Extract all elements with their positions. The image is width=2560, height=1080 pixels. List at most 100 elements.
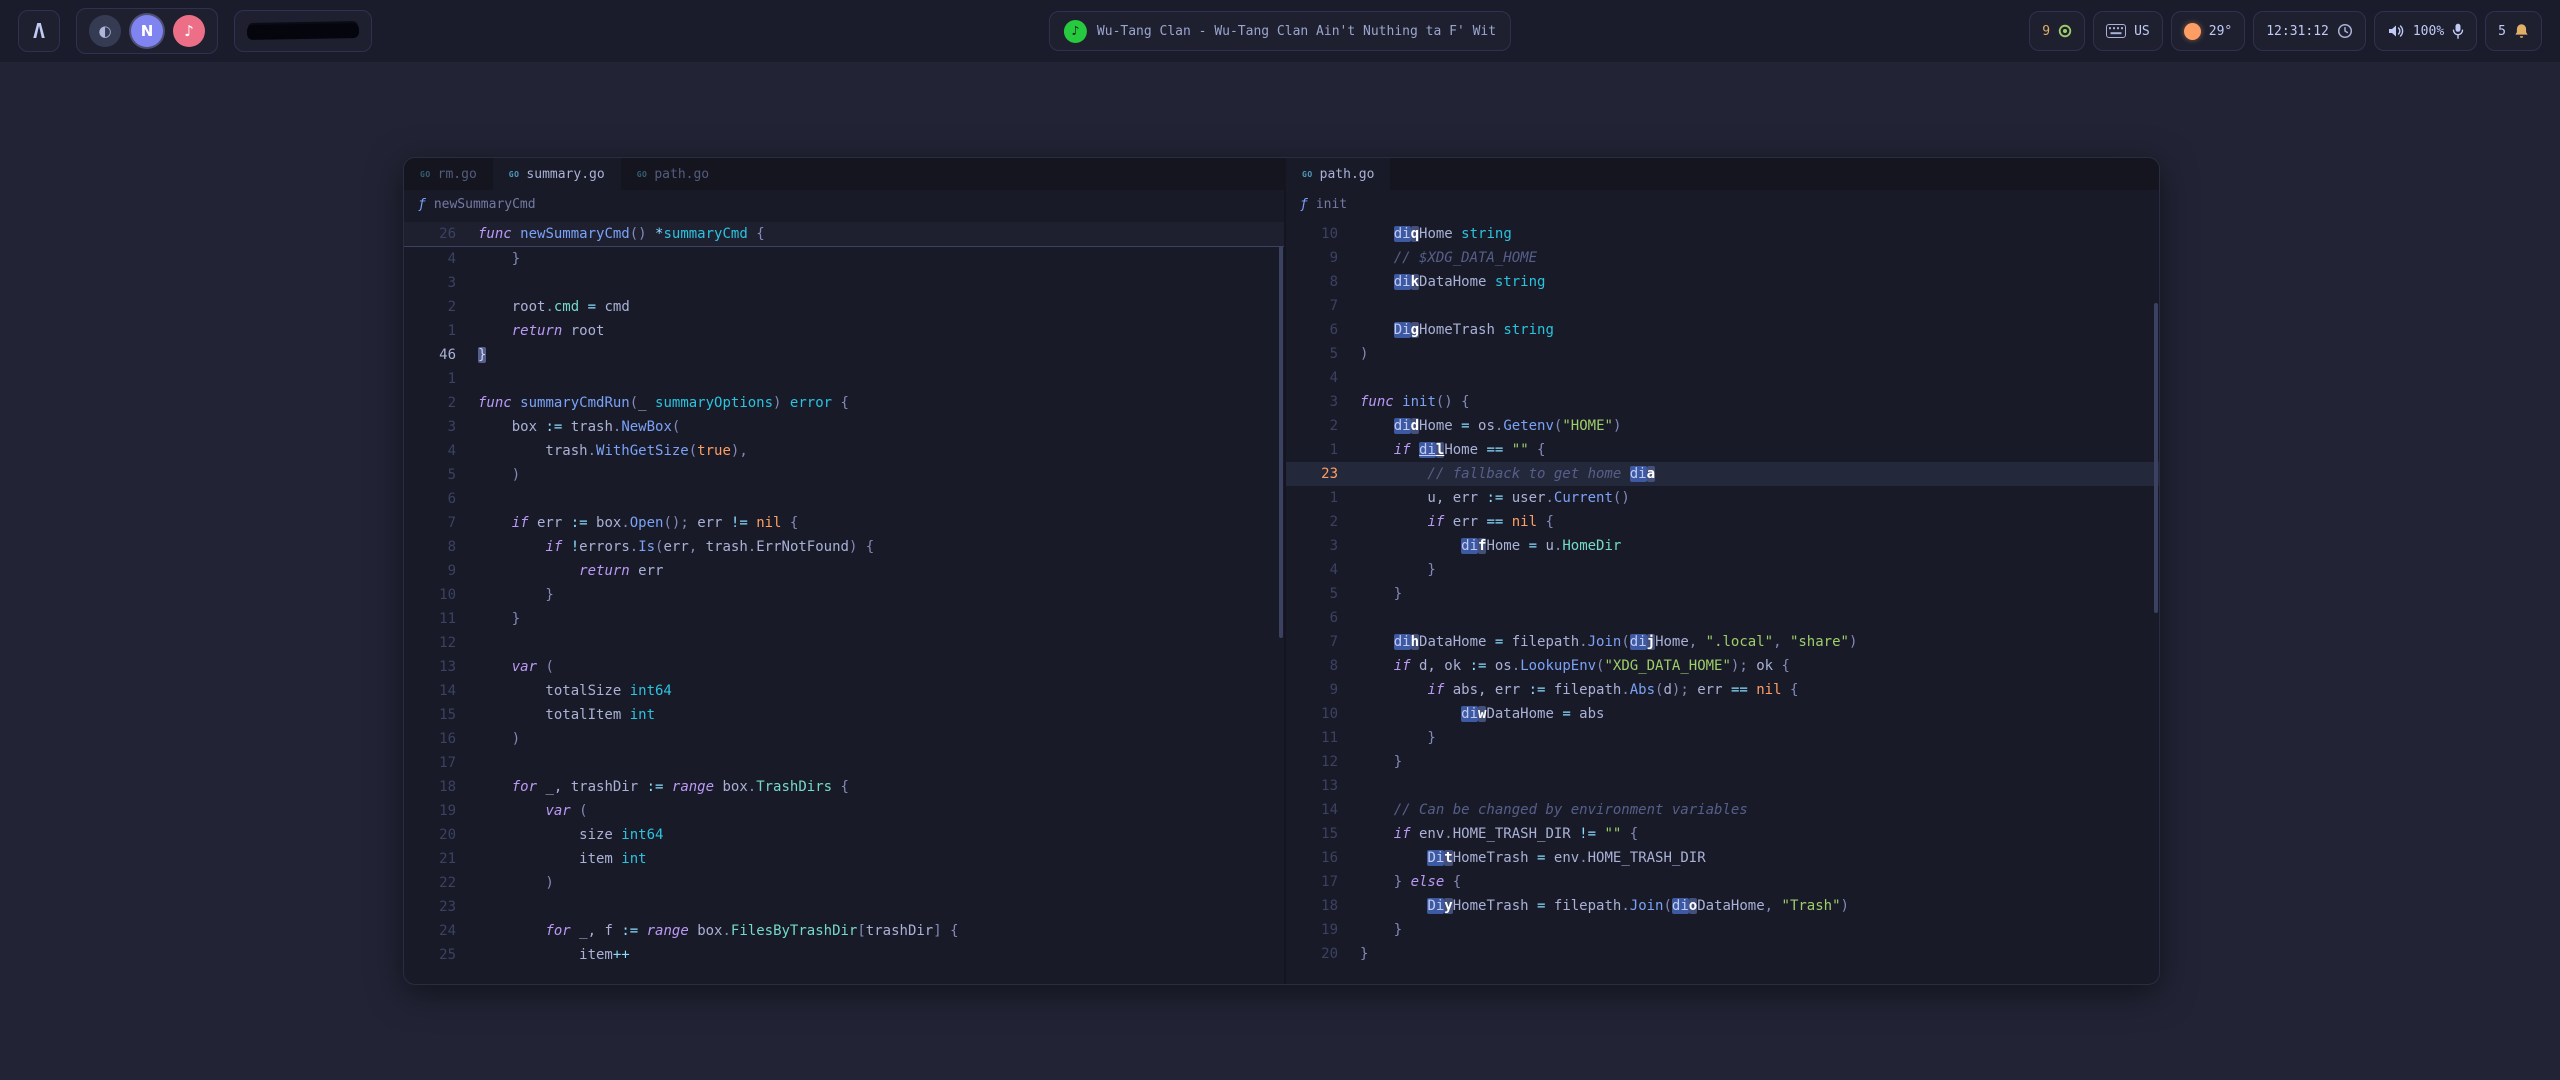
tabline-right: GOpath.go bbox=[1286, 158, 2159, 190]
line-number: 11 bbox=[1286, 726, 1360, 750]
line-number: 23 bbox=[1286, 462, 1360, 486]
keyboard-layout-pill[interactable]: US bbox=[2093, 11, 2163, 51]
go-file-icon: GO bbox=[509, 170, 520, 179]
line-number: 2 bbox=[1286, 414, 1360, 438]
go-file-icon: GO bbox=[420, 170, 431, 179]
code-line: 8 if !errors.Is(err, trash.ErrNotFound) … bbox=[404, 535, 1284, 559]
editor-pane-left[interactable]: GOrm.goGOsummary.goGOpath.go ƒ newSummar… bbox=[404, 158, 1284, 984]
code-line: 2 if err == nil { bbox=[1286, 510, 2159, 534]
line-number: 9 bbox=[1286, 678, 1360, 702]
code-area-left[interactable]: 26func newSummaryCmd() *summaryCmd {4 }3… bbox=[404, 218, 1284, 984]
line-number: 5 bbox=[404, 463, 478, 487]
line-number: 5 bbox=[1286, 342, 1360, 366]
launcher-logo-icon: Λ bbox=[33, 19, 45, 43]
code-line: 6 bbox=[404, 487, 1284, 511]
code-line: 22 ) bbox=[404, 871, 1284, 895]
weather-pill[interactable]: 29° bbox=[2171, 11, 2245, 51]
line-number: 21 bbox=[404, 847, 478, 871]
code-line: 7 if err := box.Open(); err != nil { bbox=[404, 511, 1284, 535]
line-number: 17 bbox=[1286, 870, 1360, 894]
line-number: 46 bbox=[404, 343, 478, 367]
line-number: 6 bbox=[404, 487, 478, 511]
code-line: 6 bbox=[1286, 606, 2159, 630]
line-number: 8 bbox=[1286, 654, 1360, 678]
media-widget[interactable]: ♪ Wu-Tang Clan - Wu-Tang Clan Ain't Nuth… bbox=[1049, 11, 1511, 51]
workspace-app-3[interactable]: ♪ bbox=[173, 15, 205, 47]
code-line: 4 } bbox=[1286, 558, 2159, 582]
code-area-right[interactable]: 10 diqHome string9 // $XDG_DATA_HOME8 di… bbox=[1286, 218, 2159, 984]
code-line: 23 bbox=[404, 895, 1284, 919]
go-file-icon: GO bbox=[1302, 170, 1313, 179]
notification-pill[interactable]: 5 bbox=[2485, 11, 2542, 51]
line-number: 10 bbox=[1286, 222, 1360, 246]
line-number: 9 bbox=[1286, 246, 1360, 270]
spotify-icon: ♪ bbox=[1064, 20, 1087, 43]
code-line: 13 bbox=[1286, 774, 2159, 798]
line-number: 1 bbox=[404, 319, 478, 343]
tab-summary.go[interactable]: GO summary.go bbox=[493, 158, 621, 190]
count-badge-pill[interactable]: 9 bbox=[2029, 11, 2085, 51]
line-number: 6 bbox=[1286, 318, 1360, 342]
window-title-pill[interactable] bbox=[234, 10, 372, 52]
code-line: 3 bbox=[404, 271, 1284, 295]
code-line: 26func newSummaryCmd() *summaryCmd { bbox=[404, 222, 1284, 247]
redacted-text bbox=[247, 23, 359, 40]
launcher-button[interactable]: Λ bbox=[18, 10, 60, 52]
code-line: 12 bbox=[404, 631, 1284, 655]
code-line: 19 var ( bbox=[404, 799, 1284, 823]
notes-app-icon: N bbox=[141, 24, 154, 39]
editor-pane-right[interactable]: GOpath.go ƒ init 10 diqHome string9 // $… bbox=[1284, 158, 2159, 984]
line-number: 23 bbox=[404, 895, 478, 919]
line-number: 13 bbox=[404, 655, 478, 679]
code-line: 2 root.cmd = cmd bbox=[404, 295, 1284, 319]
line-number: 7 bbox=[1286, 630, 1360, 654]
workspace-pill: ◐ N ♪ bbox=[76, 8, 218, 54]
line-number: 4 bbox=[404, 439, 478, 463]
code-line: 20 size int64 bbox=[404, 823, 1284, 847]
function-symbol-icon: ƒ bbox=[418, 197, 426, 212]
code-line: 12 } bbox=[1286, 750, 2159, 774]
line-number: 4 bbox=[1286, 366, 1360, 390]
function-symbol-icon: ƒ bbox=[1300, 197, 1308, 212]
code-line: 4 trash.WithGetSize(true), bbox=[404, 439, 1284, 463]
code-line: 15 if env.HOME_TRASH_DIR != "" { bbox=[1286, 822, 2159, 846]
code-line: 20} bbox=[1286, 942, 2159, 966]
line-number: 15 bbox=[404, 703, 478, 727]
volume-label: 100% bbox=[2413, 24, 2444, 39]
clock-pill[interactable]: 12:31:12 bbox=[2253, 11, 2366, 51]
code-line: 10 } bbox=[404, 583, 1284, 607]
line-number: 12 bbox=[404, 631, 478, 655]
line-number: 25 bbox=[404, 943, 478, 967]
music-app-icon: ♪ bbox=[184, 24, 194, 39]
tab-path.go[interactable]: GOpath.go bbox=[621, 158, 725, 190]
code-line: 8 if d, ok := os.LookupEnv("XDG_DATA_HOM… bbox=[1286, 654, 2159, 678]
browser-app-icon: ◐ bbox=[98, 24, 111, 39]
keyboard-layout-label: US bbox=[2134, 24, 2150, 39]
code-line: 8 dikDataHome string bbox=[1286, 270, 2159, 294]
code-line: 24 for _, f := range box.FilesByTrashDir… bbox=[404, 919, 1284, 943]
code-line: 1 bbox=[404, 367, 1284, 391]
line-number: 26 bbox=[404, 222, 478, 246]
workspace-app-2[interactable]: N bbox=[131, 15, 163, 47]
workspace-app-1[interactable]: ◐ bbox=[89, 15, 121, 47]
tab-label: summary.go bbox=[526, 167, 604, 182]
volume-pill[interactable]: 100% bbox=[2374, 11, 2477, 51]
code-line: 11 } bbox=[404, 607, 1284, 631]
breadcrumb-label: init bbox=[1316, 197, 1347, 212]
line-number: 8 bbox=[1286, 270, 1360, 294]
scrollbar-thumb-right[interactable] bbox=[2154, 303, 2158, 613]
code-line: 5 ) bbox=[404, 463, 1284, 487]
code-line: 5 } bbox=[1286, 582, 2159, 606]
code-line: 2 didHome = os.Getenv("HOME") bbox=[1286, 414, 2159, 438]
line-number: 8 bbox=[404, 535, 478, 559]
line-number: 20 bbox=[1286, 942, 1360, 966]
line-number: 13 bbox=[1286, 774, 1360, 798]
tab-path.go[interactable]: GOpath.go bbox=[1286, 158, 1390, 190]
scrollbar-thumb-left[interactable] bbox=[1279, 246, 1283, 638]
code-line: 4 bbox=[1286, 366, 2159, 390]
code-line: 6 DigHomeTrash string bbox=[1286, 318, 2159, 342]
line-number: 14 bbox=[404, 679, 478, 703]
line-number: 18 bbox=[1286, 894, 1360, 918]
clock-icon bbox=[2337, 23, 2353, 39]
tab-rm.go[interactable]: GOrm.go bbox=[404, 158, 493, 190]
